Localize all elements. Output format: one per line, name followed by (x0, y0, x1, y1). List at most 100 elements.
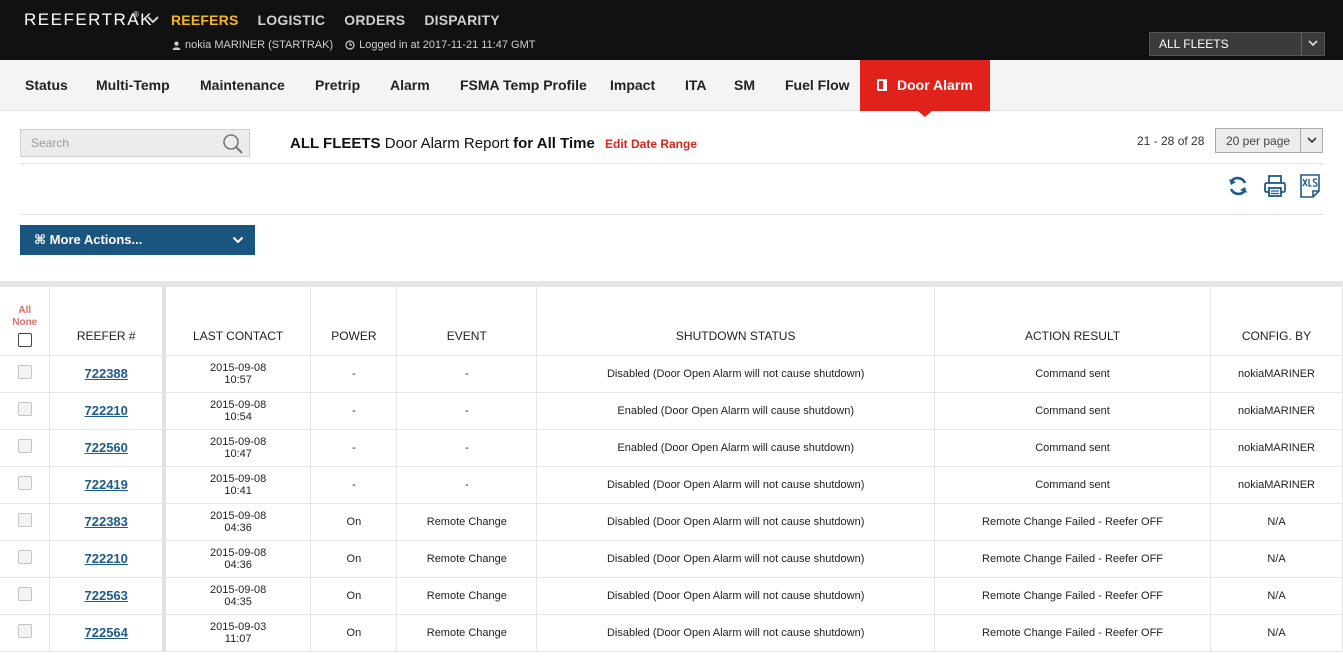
column-header-action-result[interactable]: ACTION RESULT (934, 287, 1211, 356)
last-contact-cell: 2015-09-08 04:36 (163, 503, 312, 541)
search-input[interactable] (21, 130, 219, 156)
event-cell: Remote Change (396, 503, 538, 541)
last-contact-time: 10:41 (224, 484, 252, 497)
main-nav: REEFERS LOGISTIC ORDERS DISPARITY (171, 12, 519, 28)
action-result-cell: Remote Change Failed - Reefer OFF (934, 614, 1211, 652)
last-contact-date: 2015-09-08 (210, 509, 267, 522)
action-result-cell: Remote Change Failed - Reefer OFF (934, 540, 1211, 578)
power-cell: On (310, 614, 398, 652)
table-row: 722383 2015-09-08 04:36 On Remote Change … (0, 503, 1343, 541)
row-checkbox[interactable] (17, 476, 32, 490)
last-contact-date: 2015-09-03 (210, 620, 267, 633)
reefer-link[interactable]: 722388 (85, 366, 128, 381)
last-contact-time: 10:57 (224, 373, 252, 386)
select-none-link[interactable]: None (12, 317, 37, 328)
action-result-cell: Command sent (934, 429, 1211, 467)
config-by-cell: N/A (1210, 577, 1343, 615)
row-checkbox[interactable] (17, 587, 32, 601)
reefer-link[interactable]: 722560 (85, 440, 128, 455)
reefer-link[interactable]: 722383 (85, 514, 128, 529)
door-icon (877, 79, 887, 91)
event-cell: Remote Change (396, 540, 538, 578)
table-header-row: All None REEFER # LAST CONTACT POWER EVE… (0, 287, 1343, 356)
last-contact-date: 2015-09-08 (210, 546, 267, 559)
last-contact-cell: 2015-09-08 10:41 (163, 466, 312, 504)
per-page-select[interactable]: 20 per page (1215, 128, 1323, 153)
search-icon[interactable] (222, 133, 244, 155)
row-checkbox[interactable] (17, 550, 32, 564)
last-contact-cell: 2015-09-08 04:36 (163, 540, 312, 578)
event-cell: - (396, 429, 538, 467)
shutdown-status-cell: Disabled (Door Open Alarm will not cause… (536, 540, 936, 578)
fleet-select[interactable]: ALL FLEETS (1149, 32, 1325, 56)
tab-fuel-flow[interactable]: Fuel Flow (785, 60, 850, 111)
user-icon (172, 41, 181, 50)
print-icon[interactable] (1263, 174, 1287, 198)
shutdown-status-cell: Disabled (Door Open Alarm will not cause… (536, 577, 936, 615)
reefer-link[interactable]: 722419 (85, 477, 128, 492)
power-cell: On (310, 540, 398, 578)
tab-sm[interactable]: SM (734, 60, 755, 111)
select-all-link[interactable]: All (18, 305, 31, 316)
tab-pretrip[interactable]: Pretrip (315, 60, 360, 111)
reefer-link[interactable]: 722210 (85, 403, 128, 418)
tab-maintenance[interactable]: Maintenance (200, 60, 285, 111)
table-row: 722560 2015-09-08 10:47 - - Enabled (Door… (0, 429, 1343, 467)
column-header-power[interactable]: POWER (310, 287, 398, 356)
reefer-link[interactable]: 722563 (85, 588, 128, 603)
tab-status[interactable]: Status (25, 60, 68, 111)
tab-fsma-temp-profile[interactable]: FSMA Temp Profile (460, 60, 587, 111)
power-cell: On (310, 577, 398, 615)
power-cell: - (310, 429, 398, 467)
report-for: for All Time (513, 135, 595, 152)
xls-export-icon[interactable] (1298, 174, 1322, 198)
tab-door-alarm[interactable]: Door Alarm (860, 60, 990, 117)
nav-orders[interactable]: ORDERS (344, 12, 405, 28)
chevron-down-icon[interactable] (146, 13, 160, 27)
per-page-value: 20 per page (1226, 134, 1291, 148)
edit-date-range-link[interactable]: Edit Date Range (605, 137, 697, 151)
column-header-last-contact[interactable]: LAST CONTACT (163, 287, 312, 356)
last-contact-date: 2015-09-08 (210, 583, 267, 596)
config-by-cell: N/A (1210, 503, 1343, 541)
row-checkbox[interactable] (17, 365, 32, 379)
row-checkbox[interactable] (17, 402, 32, 416)
row-checkbox[interactable] (17, 513, 32, 527)
last-contact-time: 04:36 (224, 558, 252, 571)
nav-reefers[interactable]: REEFERS (171, 12, 239, 28)
select-all-checkbox[interactable] (17, 332, 32, 347)
shutdown-status-cell: Disabled (Door Open Alarm will not cause… (536, 466, 936, 504)
last-contact-cell: 2015-09-08 10:57 (163, 355, 312, 393)
row-checkbox[interactable] (17, 624, 32, 638)
tab-multi-temp[interactable]: Multi-Temp (96, 60, 170, 111)
more-actions-button[interactable]: ⌘ More Actions... (20, 225, 255, 255)
action-result-cell: Command sent (934, 466, 1211, 504)
table-row: 722563 2015-09-08 04:35 On Remote Change … (0, 577, 1343, 615)
column-header-event[interactable]: EVENT (396, 287, 538, 356)
last-contact-date: 2015-09-08 (210, 435, 267, 448)
reefer-link[interactable]: 722564 (85, 625, 128, 640)
tab-alarm[interactable]: Alarm (390, 60, 430, 111)
tab-ita[interactable]: ITA (685, 60, 707, 111)
row-checkbox[interactable] (17, 439, 32, 453)
tab-impact[interactable]: Impact (610, 60, 655, 111)
table-row: 722419 2015-09-08 10:41 - - Disabled (Doo… (0, 466, 1343, 504)
config-by-cell: N/A (1210, 540, 1343, 578)
top-bar: REEFERTRAK ® REEFERS LOGISTIC ORDERS DIS… (0, 0, 1343, 60)
config-by-cell: nokiaMARINER (1210, 355, 1343, 393)
column-header-shutdown-status[interactable]: SHUTDOWN STATUS (536, 287, 936, 356)
shutdown-status-cell: Disabled (Door Open Alarm will not cause… (536, 355, 936, 393)
reefer-link[interactable]: 722210 (85, 551, 128, 566)
clock-icon (345, 40, 355, 50)
shutdown-status-cell: Enabled (Door Open Alarm will cause shut… (536, 392, 936, 430)
divider (20, 214, 1323, 215)
nav-disparity[interactable]: DISPARITY (424, 12, 499, 28)
user-name[interactable]: nokia MARINER (STARTRAK) (185, 39, 333, 51)
door-alarm-table: All None REEFER # LAST CONTACT POWER EVE… (0, 287, 1343, 652)
divider (20, 163, 1323, 164)
column-header-reefer[interactable]: REEFER # (49, 287, 166, 356)
nav-logistic[interactable]: LOGISTIC (258, 12, 326, 28)
report-tabs: Status Multi-Temp Maintenance Pretrip Al… (0, 60, 1343, 117)
refresh-icon[interactable] (1226, 174, 1250, 198)
column-header-config-by[interactable]: CONFIG. BY (1210, 287, 1343, 356)
